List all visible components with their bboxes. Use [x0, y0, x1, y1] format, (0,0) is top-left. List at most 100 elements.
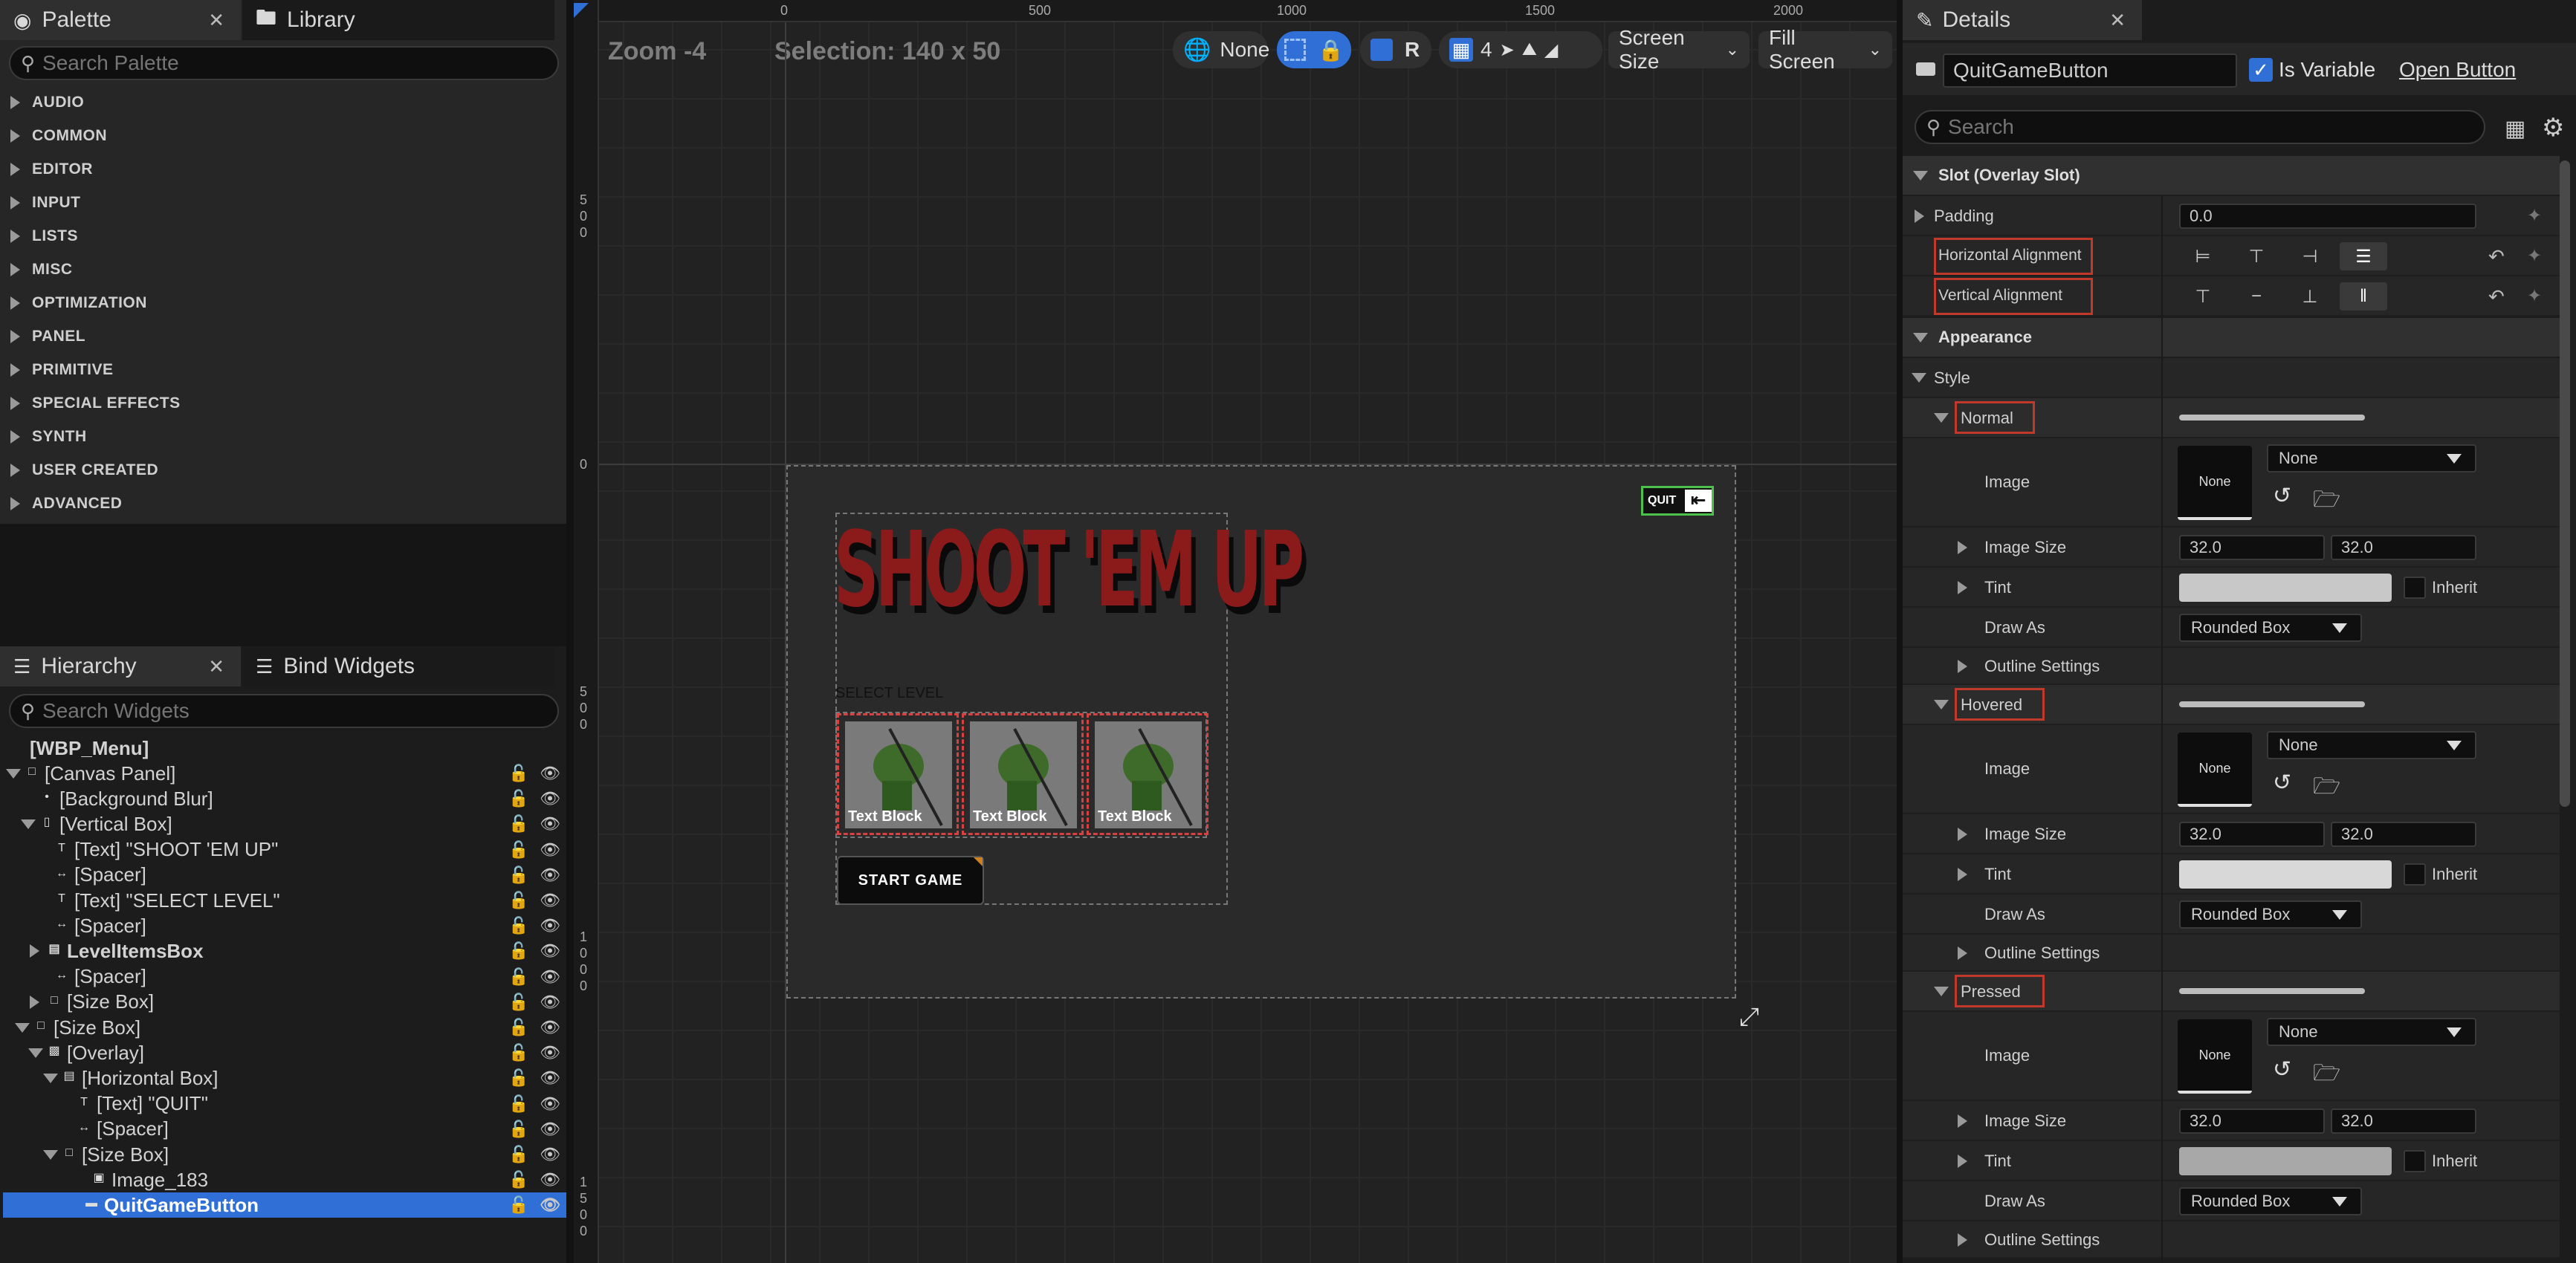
details-search-input[interactable] — [1948, 115, 2422, 139]
inherit-checkbox[interactable] — [2404, 863, 2426, 886]
eye-icon[interactable]: 👁 — [540, 993, 560, 1012]
chevron-right-icon[interactable] — [1958, 660, 1967, 673]
align-vfill-icon[interactable]: ‖ — [2340, 282, 2387, 311]
section-appearance[interactable]: Appearance — [1903, 318, 2560, 357]
is-variable-checkbox[interactable]: ✓ — [2249, 58, 2273, 82]
lock-icon[interactable]: 🔓 — [508, 866, 528, 885]
lock-icon[interactable]: 🔓 — [508, 764, 528, 783]
align-top-icon[interactable]: ⊤ — [2179, 282, 2227, 311]
eye-icon[interactable]: 👁 — [540, 916, 560, 935]
tint-color-swatch[interactable] — [2179, 1147, 2392, 1175]
image-size-x-field[interactable]: 32.0 — [2179, 1108, 2325, 1134]
close-icon[interactable]: ✕ — [2109, 9, 2126, 32]
chevron-right-icon[interactable] — [1958, 947, 1967, 960]
inherit-checkbox[interactable] — [2404, 1150, 2426, 1172]
hierarchy-item[interactable]: T [Text] "SHOOT 'EM UP" 🔓 👁 — [3, 837, 566, 863]
image-thumbnail[interactable]: None — [2178, 733, 2252, 807]
eye-icon[interactable]: 👁 — [540, 814, 560, 834]
lock-icon[interactable]: 🔓 — [508, 1094, 528, 1114]
section-slot[interactable]: Slot (Overlay Slot) — [1903, 156, 2560, 195]
eye-icon[interactable]: 👁 — [540, 1195, 560, 1215]
palette-category[interactable]: PRIMITIVE — [0, 354, 566, 386]
image-size-y-field[interactable]: 32.0 — [2331, 822, 2476, 847]
hierarchy-item[interactable]: T [Text] "SELECT LEVEL" 🔓 👁 — [3, 888, 566, 913]
state-header-row[interactable]: Normal — [1903, 398, 2560, 438]
chevron-right-icon[interactable] — [1958, 1114, 1967, 1128]
tint-color-swatch[interactable] — [2179, 574, 2392, 602]
browse-icon[interactable]: 🗁 — [2313, 483, 2340, 521]
eye-icon[interactable]: 👁 — [540, 764, 560, 783]
palette-category[interactable]: SYNTH — [0, 421, 566, 453]
level-item[interactable]: Text Block — [837, 713, 959, 835]
chevron-down-icon[interactable] — [15, 1023, 30, 1033]
image-size-x-field[interactable]: 32.0 — [2179, 822, 2325, 847]
respect-locks-button[interactable]: R — [1360, 31, 1431, 68]
lock-icon[interactable]: 🔓 — [508, 840, 528, 860]
palette-category[interactable]: LISTS — [0, 220, 566, 253]
eye-icon[interactable]: 👁 — [540, 891, 560, 910]
browse-icon[interactable]: 🗁 — [2313, 1056, 2340, 1094]
fill-screen-dropdown[interactable]: Fill Screen ⌄ — [1758, 26, 1892, 73]
select-mode-button[interactable]: 🔒 — [1277, 31, 1351, 68]
select-level-label[interactable]: SELECT LEVEL — [835, 685, 943, 702]
palette-category[interactable]: USER CREATED — [0, 454, 566, 487]
align-center-icon[interactable]: ⊤ — [2233, 242, 2280, 270]
lock-icon[interactable]: 🔓 — [508, 1068, 528, 1088]
eye-icon[interactable]: 👁 — [540, 1043, 560, 1062]
chevron-right-icon[interactable] — [1915, 210, 1924, 223]
lock-icon[interactable]: 🔓 — [508, 1120, 528, 1139]
image-asset-dropdown[interactable]: None — [2267, 731, 2476, 759]
hierarchy-item[interactable]: □ [Size Box] 🔓 👁 — [3, 990, 566, 1015]
reset-icon[interactable]: ↶ — [2488, 245, 2505, 268]
chevron-down-icon[interactable] — [6, 769, 21, 779]
eye-icon[interactable]: 👁 — [540, 1094, 560, 1114]
palette-category[interactable]: OPTIMIZATION — [0, 287, 566, 319]
image-size-x-field[interactable]: 32.0 — [2179, 535, 2325, 560]
lock-icon[interactable]: 🔓 — [508, 789, 528, 808]
screen-size-dropdown[interactable]: Screen Size ⌄ — [1608, 26, 1750, 73]
image-asset-dropdown[interactable]: None — [2267, 444, 2476, 473]
chevron-down-icon[interactable] — [21, 819, 36, 830]
hierarchy-item[interactable]: ▬ QuitGameButton 🔓 👁 — [3, 1192, 566, 1218]
hierarchy-search-input[interactable] — [42, 699, 499, 723]
hierarchy-item[interactable]: ▤ LevelItemsBox 🔓 👁 — [3, 938, 566, 964]
localization-preview-button[interactable]: 🌐 None — [1173, 31, 1269, 68]
outline-settings-row[interactable]: Outline Settings — [1903, 1221, 2560, 1259]
close-icon[interactable]: ✕ — [208, 9, 224, 32]
chevron-right-icon[interactable] — [1958, 581, 1967, 594]
state-header-row[interactable]: Hovered — [1903, 685, 2560, 725]
align-left-icon[interactable]: ⊨ — [2179, 242, 2227, 270]
palette-category[interactable]: COMMON — [0, 120, 566, 152]
quit-button-preview[interactable]: QUIT ⇤ — [1641, 486, 1714, 516]
palette-category[interactable]: AUDIO — [0, 86, 566, 119]
eye-icon[interactable]: 👁 — [540, 967, 560, 987]
chevron-right-icon[interactable] — [1958, 1233, 1967, 1247]
palette-category[interactable]: EDITOR — [0, 153, 566, 186]
hierarchy-item[interactable]: ▩ [Overlay] 🔓 👁 — [3, 1040, 566, 1065]
lock-icon[interactable]: 🔓 — [508, 1195, 528, 1215]
hierarchy-item[interactable]: ▤ [Horizontal Box] 🔓 👁 — [3, 1065, 566, 1091]
hierarchy-item[interactable]: ↔ [Spacer] 🔓 👁 — [3, 863, 566, 888]
game-title[interactable]: SHOOT 'EM UP — [834, 511, 1304, 630]
browse-icon[interactable]: 🗁 — [2313, 770, 2340, 808]
tab-bind-widgets[interactable]: ☰ Bind Widgets — [242, 646, 554, 686]
lock-icon[interactable]: 🔓 — [508, 1018, 528, 1037]
image-size-y-field[interactable]: 32.0 — [2331, 535, 2476, 560]
image-thumbnail[interactable]: None — [2178, 446, 2252, 520]
tab-palette[interactable]: ◉ Palette ✕ — [0, 0, 241, 40]
chevron-right-icon[interactable] — [1958, 868, 1967, 881]
chevron-right-icon[interactable] — [1958, 828, 1967, 841]
outline-settings-row[interactable]: Outline Settings — [1903, 648, 2560, 685]
align-right-icon[interactable]: ⊣ — [2286, 242, 2334, 270]
tab-details[interactable]: ✎ Details ✕ — [1903, 0, 2142, 40]
lock-icon[interactable]: 🔓 — [508, 1170, 528, 1189]
palette-category[interactable]: ADVANCED — [0, 487, 566, 520]
palette-search-input[interactable] — [42, 51, 499, 75]
eye-icon[interactable]: 👁 — [540, 1120, 560, 1139]
lock-icon[interactable]: 🔓 — [508, 814, 528, 834]
table-view-icon[interactable]: ▦ — [2505, 116, 2525, 142]
outline-settings-row[interactable]: Outline Settings — [1903, 935, 2560, 972]
level-item[interactable]: Text Block — [962, 713, 1084, 835]
palette-category[interactable]: INPUT — [0, 186, 566, 219]
hierarchy-item[interactable]: ↔ [Spacer] 🔓 👁 — [3, 1117, 566, 1142]
